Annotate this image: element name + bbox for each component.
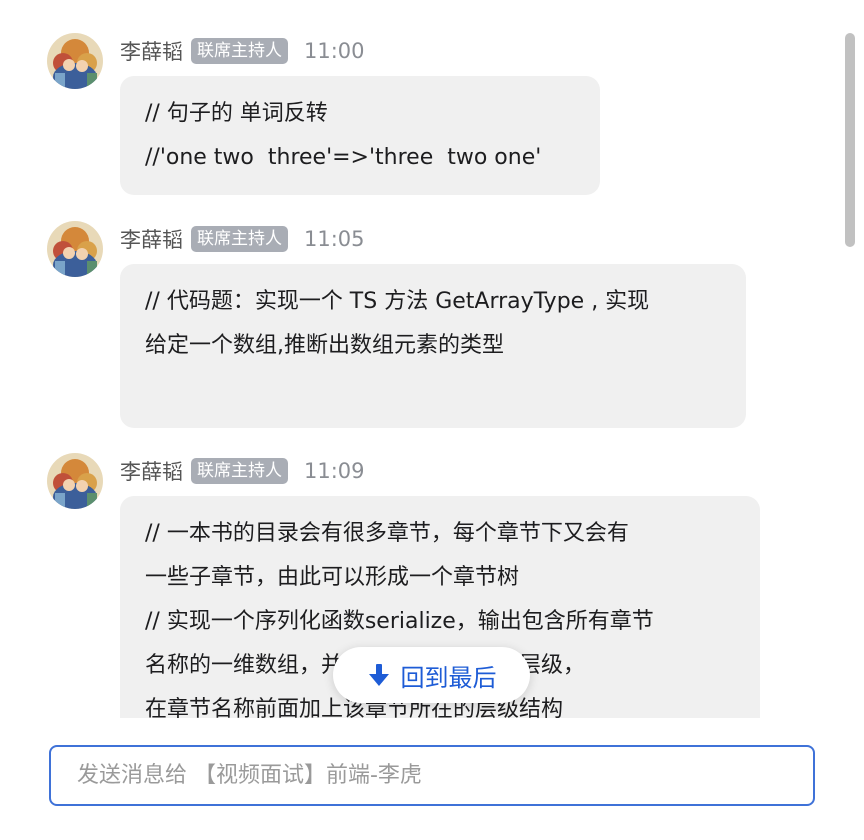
message-header: 李薛韬 联席主持人 11:00 <box>120 37 365 65</box>
sender-name[interactable]: 李薛韬 <box>120 36 183 66</box>
avatar[interactable] <box>47 221 103 277</box>
message-line: // 实现一个序列化函数serialize，输出包含所有章节 <box>145 609 654 634</box>
message-bubble[interactable]: // 代码题：实现一个 TS 方法 GetArrayType , 实现 给定一个… <box>120 264 746 428</box>
message-line: // 一本书的目录会有很多章节，每个章节下又会有 <box>145 521 629 546</box>
message-line: 一些子章节，由此可以形成一个章节树 <box>145 565 520 590</box>
sender-name[interactable]: 李薛韬 <box>120 456 183 486</box>
avatar-image <box>47 453 103 509</box>
message-input[interactable] <box>51 747 813 804</box>
message-bubble[interactable]: // 句子的 单词反转 //'one two three'=>'three tw… <box>120 76 600 195</box>
avatar-image <box>47 33 103 89</box>
message-line: // 代码题：实现一个 TS 方法 GetArrayType , 实现 <box>145 289 650 314</box>
avatar-image <box>47 221 103 277</box>
jump-to-latest-label: 回到最后 <box>400 663 497 692</box>
avatar[interactable] <box>47 33 103 89</box>
sender-name[interactable]: 李薛韬 <box>120 224 183 254</box>
scrollbar-thumb[interactable] <box>845 33 855 247</box>
jump-to-latest-button[interactable]: 回到最后 <box>333 647 530 703</box>
chat-panel: 李薛韬 联席主持人 11:00 // 句子的 单词反转 //'one two t… <box>0 0 864 840</box>
arrow-down-icon <box>368 664 389 686</box>
timestamp: 11:00 <box>304 39 365 63</box>
role-badge: 联席主持人 <box>191 38 288 64</box>
message-line: 给定一个数组,推断出数组元素的类型 <box>145 333 504 358</box>
role-badge: 联席主持人 <box>191 226 288 252</box>
message-line: //'one two three'=>'three two one' <box>145 145 542 170</box>
message-header: 李薛韬 联席主持人 11:05 <box>120 225 365 253</box>
message-composer <box>49 745 815 806</box>
role-badge: 联席主持人 <box>191 458 288 484</box>
timestamp: 11:09 <box>304 459 365 483</box>
message-list[interactable]: 李薛韬 联席主持人 11:00 // 句子的 单词反转 //'one two t… <box>0 0 864 718</box>
message-header: 李薛韬 联席主持人 11:09 <box>120 457 365 485</box>
avatar[interactable] <box>47 453 103 509</box>
message-line: // 句子的 单词反转 <box>145 101 328 126</box>
timestamp: 11:05 <box>304 227 365 251</box>
